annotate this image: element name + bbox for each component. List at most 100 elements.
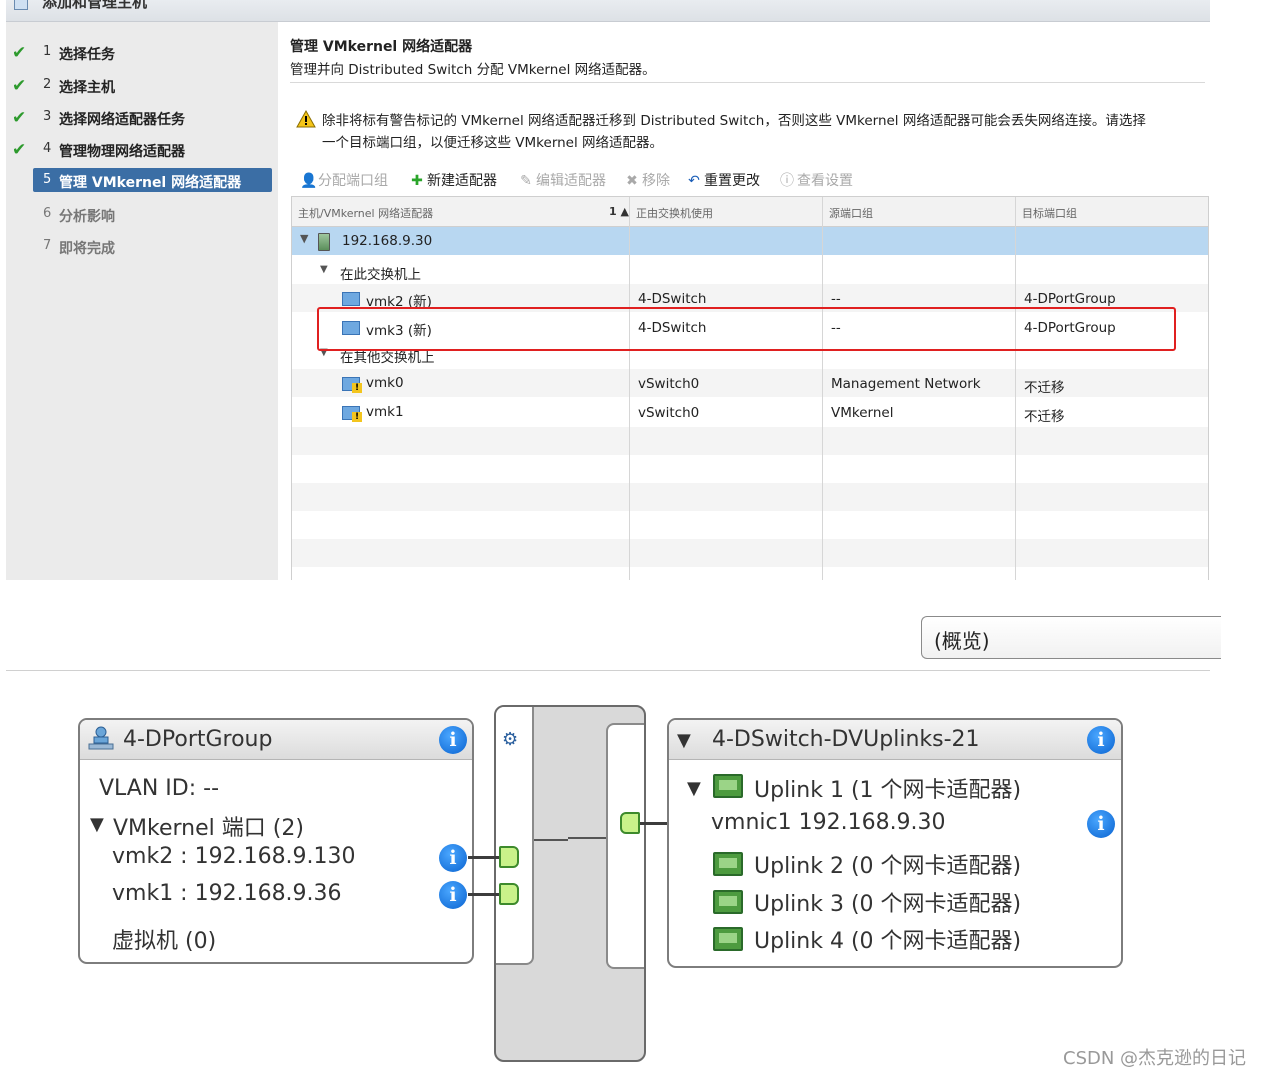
step-label: 选择任务	[59, 47, 115, 63]
step-1[interactable]: ✔ 1 选择任务	[6, 40, 278, 66]
step-number: 2	[43, 77, 52, 92]
assign-portgroup-button[interactable]: 👤分配端口组	[300, 170, 388, 192]
column-header-switch[interactable]: 正由交换机使用	[636, 205, 713, 221]
divider	[290, 82, 1205, 83]
assign-portgroup-label: 分配端口组	[318, 173, 388, 189]
column-header-adapter[interactable]: 主机/VMkernel 网络适配器	[298, 205, 433, 221]
uplinks-panel: ▼ 4-DSwitch-DVUplinks-21 i ▼ Uplink 1 (1…	[667, 718, 1123, 968]
switch-cell: vSwitch0	[638, 405, 700, 421]
edit-adapter-label: 编辑适配器	[536, 173, 606, 189]
switch-wire	[568, 837, 606, 839]
step-label: 选择主机	[59, 80, 115, 96]
plus-icon: ✚	[411, 173, 423, 189]
connection-line	[640, 822, 670, 825]
step-2[interactable]: ✔ 2 选择主机	[6, 73, 278, 99]
warning-line-2: 一个目标端口组，以便迁移这些 VMkernel 网络适配器。	[322, 135, 664, 151]
warning-message: 除非将标有警告标记的 VMkernel 网络适配器迁移到 Distributed…	[322, 110, 1207, 154]
host-row[interactable]: ▼ 192.168.9.30	[292, 227, 1208, 255]
empty-row	[292, 483, 1208, 511]
collapse-icon[interactable]: ▼	[300, 232, 308, 245]
switch-right-rail	[606, 723, 644, 969]
vmkernel-warning-icon	[342, 377, 362, 393]
info-icon: ⓘ	[780, 173, 794, 189]
settings-gear-icon[interactable]: ⚙	[502, 729, 518, 750]
step-5[interactable]: 5 管理 VMkernel 网络适配器	[6, 168, 278, 194]
table-row[interactable]: vmk1 vSwitch0 VMkernel 不迁移	[292, 398, 1208, 426]
vmnic1-address: vmnic1 192.168.9.30	[711, 810, 946, 835]
connection-line	[468, 856, 500, 859]
vm-count: 虚拟机 (0)	[112, 929, 217, 954]
remove-button[interactable]: ✖ 移除	[624, 170, 670, 192]
step-number: 1	[43, 44, 52, 59]
undo-icon: ↶	[688, 173, 700, 189]
step-3[interactable]: ✔ 3 选择网络适配器任务	[6, 105, 278, 131]
group-label: 在此交换机上	[340, 267, 421, 283]
target-portgroup-cell[interactable]: 不迁移	[1024, 405, 1065, 425]
host-icon	[318, 233, 330, 251]
switch-wire	[534, 839, 568, 841]
page-title: 管理 VMkernel 网络适配器	[290, 39, 473, 55]
x-icon: ✖	[626, 173, 638, 189]
step-number: 7	[43, 238, 52, 253]
portgroup-icon	[88, 726, 114, 750]
info-icon[interactable]: i	[1087, 810, 1115, 838]
wizard-steps: ✔ 1 选择任务 ✔ 2 选择主机 ✔ 3 选择网络适配器任务 ✔ 4 管理物理…	[6, 22, 278, 580]
uplink-3: Uplink 3 (0 个网卡适配器)	[754, 892, 1022, 917]
person-icon: 👤	[300, 173, 318, 189]
vmkernel-ports-label: VMkernel 端口 (2)	[113, 816, 304, 841]
info-icon[interactable]: i	[439, 844, 467, 872]
step-number: 3	[43, 109, 52, 124]
remove-label: 移除	[642, 173, 670, 189]
check-icon: ✔	[12, 43, 27, 63]
step-label: 选择网络适配器任务	[59, 112, 185, 128]
empty-row	[292, 539, 1208, 567]
uplinks-title: 4-DSwitch-DVUplinks-21	[712, 727, 980, 752]
step-6: 6 分析影响	[6, 202, 278, 228]
switch-cell: vSwitch0	[638, 376, 700, 392]
source-cell: Management Network	[831, 376, 981, 392]
group-row-this-switch[interactable]: ▼ 在此交换机上	[292, 257, 1208, 285]
info-icon[interactable]: i	[439, 726, 467, 754]
target-portgroup-cell[interactable]: 4-DPortGroup	[1024, 291, 1116, 307]
watermark: CSDN @杰克逊的日记	[1063, 1048, 1247, 1069]
uplink-icon	[713, 927, 743, 951]
vmk2-port-icon	[499, 846, 519, 868]
vmk2-address: vmk2 : 192.168.9.130	[112, 844, 356, 869]
step-label: 即将完成	[59, 241, 115, 257]
step-4[interactable]: ✔ 4 管理物理网络适配器	[6, 137, 278, 163]
check-icon: ✔	[12, 140, 27, 160]
collapse-triangle-icon[interactable]: ▼	[677, 730, 691, 751]
collapse-triangle-icon[interactable]: ▼	[687, 778, 701, 799]
vmkernel-adapter-icon	[342, 292, 360, 306]
empty-row	[292, 427, 1208, 455]
uplink-4: Uplink 4 (0 个网卡适配器)	[754, 929, 1022, 954]
table-row[interactable]: vmk0 vSwitch0 Management Network 不迁移	[292, 369, 1208, 397]
new-adapter-button[interactable]: ✚ 新建适配器	[409, 170, 497, 192]
info-icon[interactable]: i	[1087, 726, 1115, 754]
vmk1-address: vmk1 : 192.168.9.36	[112, 881, 342, 906]
column-header-source[interactable]: 源端口组	[829, 205, 873, 221]
reset-changes-button[interactable]: ↶ 重置更改	[686, 170, 760, 192]
view-settings-button[interactable]: ⓘ 查看设置	[779, 170, 853, 192]
collapse-icon[interactable]: ▼	[320, 264, 328, 275]
target-portgroup-cell[interactable]: 不迁移	[1024, 376, 1065, 396]
switch-cell: 4-DSwitch	[638, 291, 707, 307]
overview-button[interactable]: (概览)	[921, 616, 1221, 659]
column-header-target[interactable]: 目标端口组	[1022, 205, 1077, 221]
step-number: 4	[43, 141, 52, 156]
pencil-icon: ✎	[520, 173, 532, 189]
edit-adapter-button[interactable]: ✎ 编辑适配器	[518, 170, 606, 192]
wizard-icon	[14, 0, 28, 10]
step-label: 管理物理网络适配器	[59, 144, 185, 160]
uplink-2: Uplink 2 (0 个网卡适配器)	[754, 854, 1022, 879]
view-settings-label: 查看设置	[797, 173, 853, 189]
highlight-annotation	[317, 307, 1176, 351]
grid-header: 主机/VMkernel 网络适配器 1 ▲ 正由交换机使用 源端口组 目标端口组	[292, 197, 1208, 227]
collapse-triangle-icon[interactable]: ▼	[90, 814, 104, 835]
sort-indicator[interactable]: 1 ▲	[609, 205, 629, 218]
portgroup-title: 4-DPortGroup	[123, 727, 273, 752]
step-label: 分析影响	[59, 209, 115, 225]
info-icon[interactable]: i	[439, 881, 467, 909]
portgroup-panel: 4-DPortGroup i VLAN ID: -- ▼ VMkernel 端口…	[78, 718, 474, 964]
uplink-icon	[713, 890, 743, 914]
